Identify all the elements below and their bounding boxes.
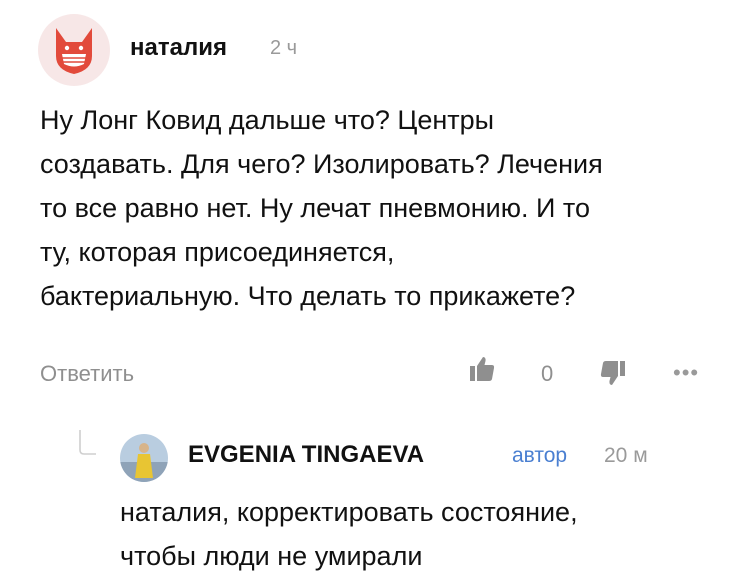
fox-mask-icon: [56, 28, 92, 74]
comment-timestamp: 2 ч: [270, 37, 298, 59]
author-badge: автор: [512, 444, 568, 467]
reply-author-name[interactable]: EVGENIA TINGAEVA: [188, 441, 424, 469]
avatar[interactable]: [38, 14, 110, 86]
more-options-icon[interactable]: •••: [673, 360, 699, 386]
reply-button[interactable]: Ответить: [40, 361, 134, 387]
reply-avatar[interactable]: [120, 434, 168, 482]
like-count: 0: [541, 361, 554, 386]
comment-author-name[interactable]: наталия: [130, 34, 227, 62]
comment-text: Ну Лонг Ковид дальше что? Центры создава…: [40, 105, 603, 311]
like-icon[interactable]: [467, 354, 497, 389]
reply-timestamp: 20 м: [604, 444, 648, 467]
reply-text: наталия, корректировать состояние, чтобы…: [120, 497, 578, 571]
thread-connector: [78, 430, 98, 461]
dislike-icon[interactable]: [598, 358, 628, 393]
